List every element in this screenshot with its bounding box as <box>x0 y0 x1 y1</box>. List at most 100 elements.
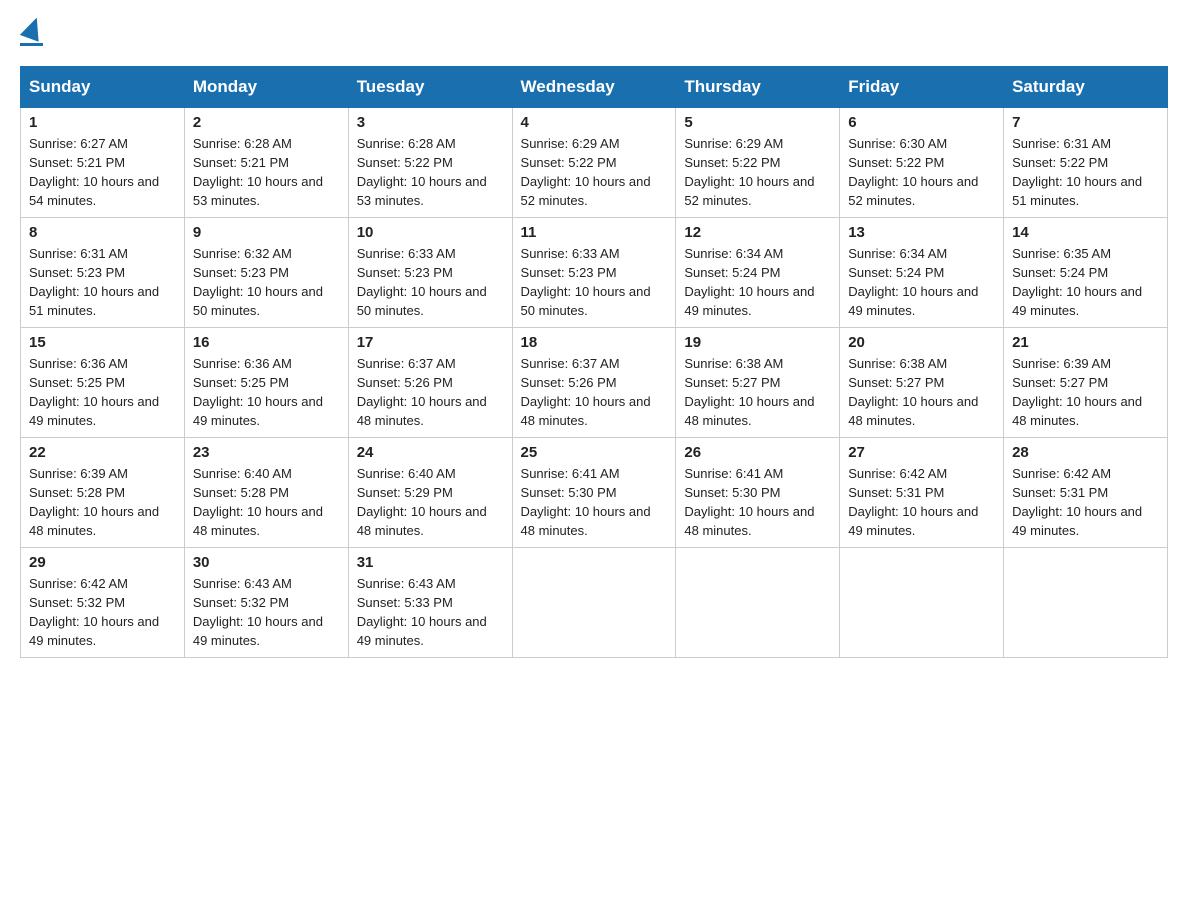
day-info: Sunrise: 6:27 AM Sunset: 5:21 PM Dayligh… <box>29 135 176 210</box>
sunrise-label: Sunrise: 6:29 AM <box>521 136 620 151</box>
sunrise-label: Sunrise: 6:33 AM <box>357 246 456 261</box>
sunset-label: Sunset: 5:22 PM <box>684 155 780 170</box>
daylight-label: Daylight: 10 hours and 51 minutes. <box>1012 174 1142 208</box>
calendar-cell: 5 Sunrise: 6:29 AM Sunset: 5:22 PM Dayli… <box>676 108 840 218</box>
week-row-3: 15 Sunrise: 6:36 AM Sunset: 5:25 PM Dayl… <box>21 328 1168 438</box>
daylight-label: Daylight: 10 hours and 54 minutes. <box>29 174 159 208</box>
sunrise-label: Sunrise: 6:42 AM <box>848 466 947 481</box>
daylight-label: Daylight: 10 hours and 52 minutes. <box>521 174 651 208</box>
calendar-cell <box>1004 548 1168 658</box>
sunrise-label: Sunrise: 6:34 AM <box>848 246 947 261</box>
daylight-label: Daylight: 10 hours and 48 minutes. <box>29 504 159 538</box>
calendar-cell: 2 Sunrise: 6:28 AM Sunset: 5:21 PM Dayli… <box>184 108 348 218</box>
calendar-cell: 17 Sunrise: 6:37 AM Sunset: 5:26 PM Dayl… <box>348 328 512 438</box>
calendar-cell <box>676 548 840 658</box>
daylight-label: Daylight: 10 hours and 48 minutes. <box>357 394 487 428</box>
day-info: Sunrise: 6:35 AM Sunset: 5:24 PM Dayligh… <box>1012 245 1159 320</box>
sunset-label: Sunset: 5:24 PM <box>1012 265 1108 280</box>
day-number: 26 <box>684 444 831 461</box>
calendar-table: SundayMondayTuesdayWednesdayThursdayFrid… <box>20 66 1168 658</box>
calendar-cell: 18 Sunrise: 6:37 AM Sunset: 5:26 PM Dayl… <box>512 328 676 438</box>
day-number: 20 <box>848 334 995 351</box>
sunrise-label: Sunrise: 6:27 AM <box>29 136 128 151</box>
day-info: Sunrise: 6:29 AM Sunset: 5:22 PM Dayligh… <box>521 135 668 210</box>
daylight-label: Daylight: 10 hours and 49 minutes. <box>193 394 323 428</box>
sunrise-label: Sunrise: 6:36 AM <box>29 356 128 371</box>
calendar-cell: 20 Sunrise: 6:38 AM Sunset: 5:27 PM Dayl… <box>840 328 1004 438</box>
sunrise-label: Sunrise: 6:42 AM <box>1012 466 1111 481</box>
day-number: 4 <box>521 114 668 131</box>
day-number: 2 <box>193 114 340 131</box>
calendar-cell: 26 Sunrise: 6:41 AM Sunset: 5:30 PM Dayl… <box>676 438 840 548</box>
day-info: Sunrise: 6:42 AM Sunset: 5:32 PM Dayligh… <box>29 575 176 650</box>
calendar-cell: 23 Sunrise: 6:40 AM Sunset: 5:28 PM Dayl… <box>184 438 348 548</box>
daylight-label: Daylight: 10 hours and 53 minutes. <box>193 174 323 208</box>
calendar-cell: 12 Sunrise: 6:34 AM Sunset: 5:24 PM Dayl… <box>676 218 840 328</box>
week-row-4: 22 Sunrise: 6:39 AM Sunset: 5:28 PM Dayl… <box>21 438 1168 548</box>
sunset-label: Sunset: 5:22 PM <box>357 155 453 170</box>
sunrise-label: Sunrise: 6:38 AM <box>848 356 947 371</box>
daylight-label: Daylight: 10 hours and 49 minutes. <box>357 614 487 648</box>
calendar-cell: 22 Sunrise: 6:39 AM Sunset: 5:28 PM Dayl… <box>21 438 185 548</box>
day-number: 16 <box>193 334 340 351</box>
sunrise-label: Sunrise: 6:36 AM <box>193 356 292 371</box>
sunrise-label: Sunrise: 6:39 AM <box>1012 356 1111 371</box>
sunset-label: Sunset: 5:27 PM <box>848 375 944 390</box>
day-info: Sunrise: 6:29 AM Sunset: 5:22 PM Dayligh… <box>684 135 831 210</box>
daylight-label: Daylight: 10 hours and 48 minutes. <box>521 394 651 428</box>
day-info: Sunrise: 6:38 AM Sunset: 5:27 PM Dayligh… <box>684 355 831 430</box>
sunset-label: Sunset: 5:22 PM <box>521 155 617 170</box>
day-number: 29 <box>29 554 176 571</box>
sunrise-label: Sunrise: 6:28 AM <box>357 136 456 151</box>
sunset-label: Sunset: 5:27 PM <box>1012 375 1108 390</box>
calendar-cell: 4 Sunrise: 6:29 AM Sunset: 5:22 PM Dayli… <box>512 108 676 218</box>
day-info: Sunrise: 6:30 AM Sunset: 5:22 PM Dayligh… <box>848 135 995 210</box>
sunset-label: Sunset: 5:24 PM <box>684 265 780 280</box>
calendar-cell <box>512 548 676 658</box>
calendar-cell: 10 Sunrise: 6:33 AM Sunset: 5:23 PM Dayl… <box>348 218 512 328</box>
sunrise-label: Sunrise: 6:28 AM <box>193 136 292 151</box>
daylight-label: Daylight: 10 hours and 49 minutes. <box>848 284 978 318</box>
calendar-cell: 8 Sunrise: 6:31 AM Sunset: 5:23 PM Dayli… <box>21 218 185 328</box>
daylight-label: Daylight: 10 hours and 48 minutes. <box>684 394 814 428</box>
sunrise-label: Sunrise: 6:33 AM <box>521 246 620 261</box>
daylight-label: Daylight: 10 hours and 50 minutes. <box>193 284 323 318</box>
sunset-label: Sunset: 5:26 PM <box>521 375 617 390</box>
week-row-1: 1 Sunrise: 6:27 AM Sunset: 5:21 PM Dayli… <box>21 108 1168 218</box>
day-info: Sunrise: 6:41 AM Sunset: 5:30 PM Dayligh… <box>684 465 831 540</box>
day-number: 22 <box>29 444 176 461</box>
day-number: 27 <box>848 444 995 461</box>
sunrise-label: Sunrise: 6:40 AM <box>193 466 292 481</box>
day-info: Sunrise: 6:38 AM Sunset: 5:27 PM Dayligh… <box>848 355 995 430</box>
day-number: 18 <box>521 334 668 351</box>
sunset-label: Sunset: 5:30 PM <box>684 485 780 500</box>
calendar-cell: 15 Sunrise: 6:36 AM Sunset: 5:25 PM Dayl… <box>21 328 185 438</box>
day-info: Sunrise: 6:43 AM Sunset: 5:32 PM Dayligh… <box>193 575 340 650</box>
sunrise-label: Sunrise: 6:30 AM <box>848 136 947 151</box>
sunset-label: Sunset: 5:28 PM <box>193 485 289 500</box>
calendar-cell: 9 Sunrise: 6:32 AM Sunset: 5:23 PM Dayli… <box>184 218 348 328</box>
sunset-label: Sunset: 5:27 PM <box>684 375 780 390</box>
sunset-label: Sunset: 5:23 PM <box>193 265 289 280</box>
sunrise-label: Sunrise: 6:31 AM <box>29 246 128 261</box>
day-number: 7 <box>1012 114 1159 131</box>
sunrise-label: Sunrise: 6:35 AM <box>1012 246 1111 261</box>
day-info: Sunrise: 6:39 AM Sunset: 5:27 PM Dayligh… <box>1012 355 1159 430</box>
day-info: Sunrise: 6:28 AM Sunset: 5:22 PM Dayligh… <box>357 135 504 210</box>
sunset-label: Sunset: 5:32 PM <box>193 595 289 610</box>
daylight-label: Daylight: 10 hours and 48 minutes. <box>193 504 323 538</box>
sunset-label: Sunset: 5:33 PM <box>357 595 453 610</box>
sunrise-label: Sunrise: 6:41 AM <box>684 466 783 481</box>
day-info: Sunrise: 6:42 AM Sunset: 5:31 PM Dayligh… <box>848 465 995 540</box>
page-header <box>20 20 1168 46</box>
sunrise-label: Sunrise: 6:39 AM <box>29 466 128 481</box>
daylight-label: Daylight: 10 hours and 49 minutes. <box>193 614 323 648</box>
weekday-header-wednesday: Wednesday <box>512 67 676 108</box>
day-number: 12 <box>684 224 831 241</box>
calendar-cell <box>840 548 1004 658</box>
calendar-cell: 29 Sunrise: 6:42 AM Sunset: 5:32 PM Dayl… <box>21 548 185 658</box>
day-number: 17 <box>357 334 504 351</box>
sunset-label: Sunset: 5:21 PM <box>193 155 289 170</box>
sunrise-label: Sunrise: 6:29 AM <box>684 136 783 151</box>
daylight-label: Daylight: 10 hours and 50 minutes. <box>521 284 651 318</box>
